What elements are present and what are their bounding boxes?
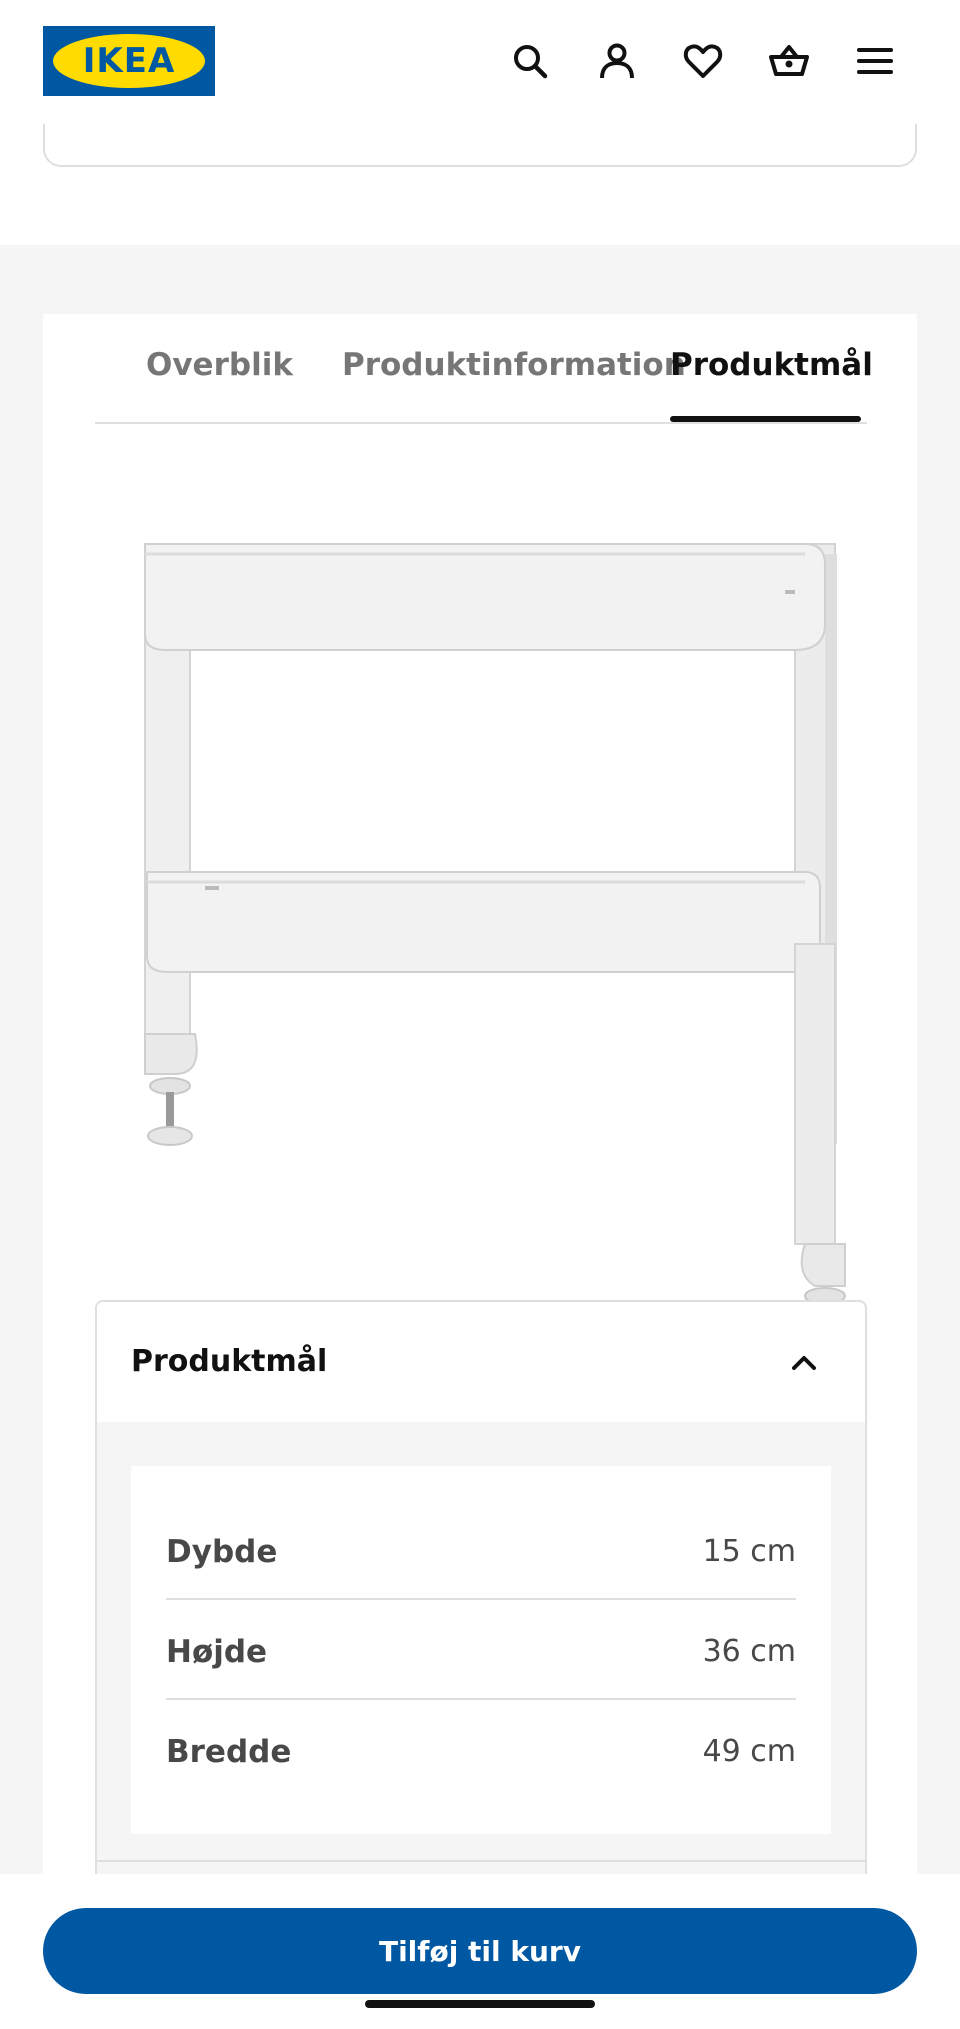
dimensions-accordion: Produktmål Dybde 15 cm Højde 36 cm Bredd…	[95, 1300, 867, 1880]
tab-produktinformation[interactable]: Produktinformation	[342, 347, 686, 383]
sticky-bottom-bar: Tilføj til kurv	[0, 1874, 960, 2029]
account-icon[interactable]	[596, 40, 638, 82]
menu-icon[interactable]	[854, 40, 896, 82]
accordion-title: Produktmål	[131, 1344, 328, 1379]
product-details-panel: Overblik Produktinformation Produktmål P…	[43, 314, 917, 1880]
dimension-label: Dybde	[166, 1534, 278, 1570]
accordion-divider	[95, 1860, 867, 1862]
dimension-row-depth: Dybde 15 cm	[166, 1500, 796, 1600]
dimension-row-height: Højde 36 cm	[166, 1600, 796, 1700]
heart-icon[interactable]	[682, 40, 724, 82]
tab-overblik[interactable]: Overblik	[146, 347, 293, 383]
cart-icon[interactable]	[768, 40, 810, 82]
tab-produktmaal[interactable]: Produktmål	[670, 347, 873, 383]
active-tab-indicator	[670, 416, 861, 422]
dimension-label: Bredde	[166, 1734, 292, 1770]
dimension-label: Højde	[166, 1634, 268, 1670]
dimension-row-width: Bredde 49 cm	[166, 1700, 796, 1800]
dimension-value: 49 cm	[702, 1734, 796, 1769]
logo-text: IKEA	[82, 41, 176, 81]
dimension-value: 15 cm	[702, 1534, 796, 1569]
chevron-up-icon[interactable]	[787, 1346, 821, 1380]
dimensions-table: Dybde 15 cm Højde 36 cm Bredde 49 cm	[131, 1466, 831, 1834]
search-icon[interactable]	[509, 40, 551, 82]
ikea-logo[interactable]: IKEA	[43, 26, 215, 96]
accordion-header[interactable]: Produktmål	[97, 1302, 865, 1422]
add-to-cart-button[interactable]: Tilføj til kurv	[43, 1908, 917, 1994]
dimension-value: 36 cm	[702, 1634, 796, 1669]
home-indicator[interactable]	[365, 2000, 595, 2008]
top-header: IKEA	[0, 0, 960, 124]
tab-bar: Overblik Produktinformation Produktmål	[95, 314, 873, 424]
